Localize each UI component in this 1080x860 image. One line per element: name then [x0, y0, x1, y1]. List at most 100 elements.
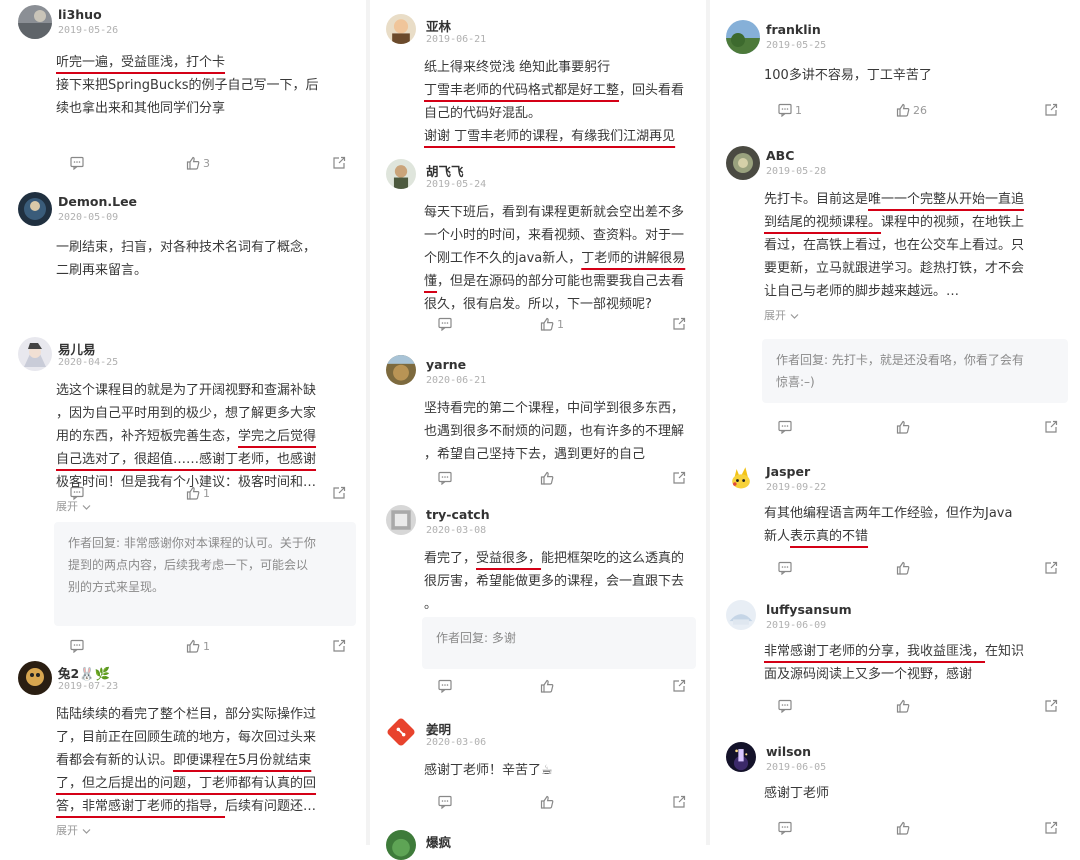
share-button[interactable]: [672, 678, 686, 694]
share-button[interactable]: [1044, 419, 1058, 435]
comment-author[interactable]: luffysansum: [766, 602, 852, 617]
share-button[interactable]: [672, 470, 686, 486]
comment-author[interactable]: franklin: [766, 22, 821, 37]
share-button[interactable]: [1044, 102, 1058, 118]
comment-author[interactable]: Demon.Lee: [58, 194, 137, 209]
comment-author[interactable]: 胡飞飞: [426, 161, 464, 180]
reply-button[interactable]: [778, 698, 795, 714]
comment-text: 感谢丁老师！辛苦了☕: [424, 759, 553, 782]
avatar[interactable]: [386, 717, 416, 747]
reply-button[interactable]: [778, 820, 795, 836]
share-icon: [332, 156, 346, 170]
text-segment: ，回头看看: [619, 83, 685, 98]
comment-line: 用的东西，补齐短板完善生态，学完之后觉得: [56, 425, 316, 448]
like-button[interactable]: [896, 820, 913, 836]
reply-button[interactable]: [70, 155, 87, 171]
like-button[interactable]: [896, 698, 913, 714]
share-button[interactable]: [1044, 698, 1058, 714]
avatar[interactable]: [726, 742, 756, 772]
share-button[interactable]: [672, 794, 686, 810]
share-button[interactable]: [332, 155, 346, 171]
chevron-down-icon: [78, 500, 91, 513]
like-button[interactable]: [896, 419, 913, 435]
comment-actions: 1: [438, 316, 686, 332]
text-segment: 感谢丁老师: [764, 786, 830, 801]
share-button[interactable]: [332, 638, 346, 654]
avatar[interactable]: [18, 337, 52, 371]
reply-button[interactable]: [778, 419, 795, 435]
avatar[interactable]: [386, 505, 416, 535]
comment-line: 懂，但是在源码的部分可能也需要我自己去看: [424, 270, 685, 293]
comment-line: 自己选对了，很超值……感谢丁老师，也感谢: [56, 448, 316, 471]
avatar[interactable]: [726, 600, 756, 630]
like-button[interactable]: [540, 470, 557, 486]
avatar[interactable]: [386, 159, 416, 189]
share-button[interactable]: [1044, 560, 1058, 576]
comment-line: 让自己与老师的脚步越来越远。…: [764, 280, 1024, 303]
avatar[interactable]: [18, 5, 52, 39]
avatar[interactable]: [726, 462, 756, 492]
comment-card: Jasper 2019-09-22 有其他编程语言两年工作经验，但作为Java 新人表…: [708, 462, 1080, 575]
avatar[interactable]: [726, 146, 760, 180]
like-button[interactable]: 3: [186, 155, 210, 171]
avatar[interactable]: [18, 192, 52, 226]
comment-icon: [438, 795, 452, 809]
like-button[interactable]: 26: [896, 102, 927, 118]
reply-button[interactable]: [778, 560, 795, 576]
reply-button[interactable]: 1: [778, 102, 802, 118]
thumbs-up-icon: [896, 420, 910, 434]
expand-link[interactable]: 展开: [56, 498, 91, 514]
expand-link[interactable]: 展开: [764, 307, 799, 323]
like-button[interactable]: [896, 560, 913, 576]
text-segment: 陆陆续续的看完了整个栏目，部分实际操作过: [56, 707, 317, 722]
comment-icon: [778, 420, 792, 434]
text-segment: 让自己与老师的脚步越来越远。…: [764, 284, 960, 299]
avatar[interactable]: [386, 14, 416, 44]
comment-card: 胡飞飞 2019-05-24 每天下班后，看到有课程更新就会空出差不多 一个小时的时间…: [368, 159, 708, 331]
comment-card: wilson 2019-06-05 感谢丁老师: [708, 742, 1080, 835]
comment-text: 看完了，受益很多，能把框架吃的这么透真的 很厉害，希望能做更多的课程，会一直跟下去…: [424, 547, 684, 616]
comment-date: 2019-09-22: [766, 482, 827, 493]
like-button[interactable]: 1: [186, 638, 210, 654]
reply-button[interactable]: [438, 678, 455, 694]
reply-button[interactable]: [438, 316, 455, 332]
comment-author[interactable]: 兔2🐰🌿: [58, 663, 110, 682]
avatar[interactable]: [386, 355, 416, 385]
thumbs-up-icon: [896, 699, 910, 713]
avatar[interactable]: [386, 830, 416, 860]
author-reply: 作者回复: 先打卡，就是还没看咯，你看了会有 惊喜:–): [762, 339, 1068, 403]
reply-line: 作者回复: 多谢: [436, 631, 516, 645]
highlighted-text: 唯一一个完整从开始一直追: [868, 192, 1025, 207]
comment-line: 到结尾的视频课程。课程中的视频，在地铁上: [764, 211, 1024, 234]
reply-line: 作者回复: 非常感谢你对本课程的认可。关于你: [68, 536, 316, 550]
comment-author[interactable]: 姜明: [426, 719, 451, 738]
comment-author[interactable]: 易儿易: [58, 339, 96, 358]
share-button[interactable]: [672, 316, 686, 332]
share-button[interactable]: [332, 485, 346, 501]
comment-author[interactable]: try-catch: [426, 507, 490, 522]
share-icon: [672, 471, 686, 485]
reply-button[interactable]: [438, 470, 455, 486]
comment-author[interactable]: yarne: [426, 357, 466, 372]
like-button[interactable]: [540, 794, 557, 810]
comment-author[interactable]: wilson: [766, 744, 811, 759]
highlighted-text: 丁雪丰老师的代码格式都是好工整: [424, 83, 620, 98]
comment-line: 谢谢 丁雪丰老师的课程，有缘我们江湖再见: [424, 125, 684, 148]
like-button[interactable]: [540, 678, 557, 694]
comment-author[interactable]: li3huo: [58, 7, 102, 22]
reply-button[interactable]: [438, 794, 455, 810]
expand-link[interactable]: 展开: [56, 822, 91, 838]
comment-actions: 1: [70, 638, 346, 654]
comment-line: 接下来把SpringBucks的例子自己写一下，后: [56, 74, 319, 97]
reply-button[interactable]: [70, 638, 87, 654]
share-button[interactable]: [1044, 820, 1058, 836]
comment-author[interactable]: 爆疯: [426, 832, 451, 851]
comment-author[interactable]: ABC: [766, 148, 794, 163]
comment-line: 很久，很有启发。所以，下一部视频呢?: [424, 293, 685, 316]
text-segment: 感谢丁老师！辛苦了☕: [424, 763, 553, 778]
avatar[interactable]: [726, 20, 760, 54]
like-button[interactable]: 1: [540, 316, 564, 332]
comment-author[interactable]: Jasper: [766, 464, 810, 479]
avatar[interactable]: [18, 661, 52, 695]
comment-author[interactable]: 亚林: [426, 16, 451, 35]
